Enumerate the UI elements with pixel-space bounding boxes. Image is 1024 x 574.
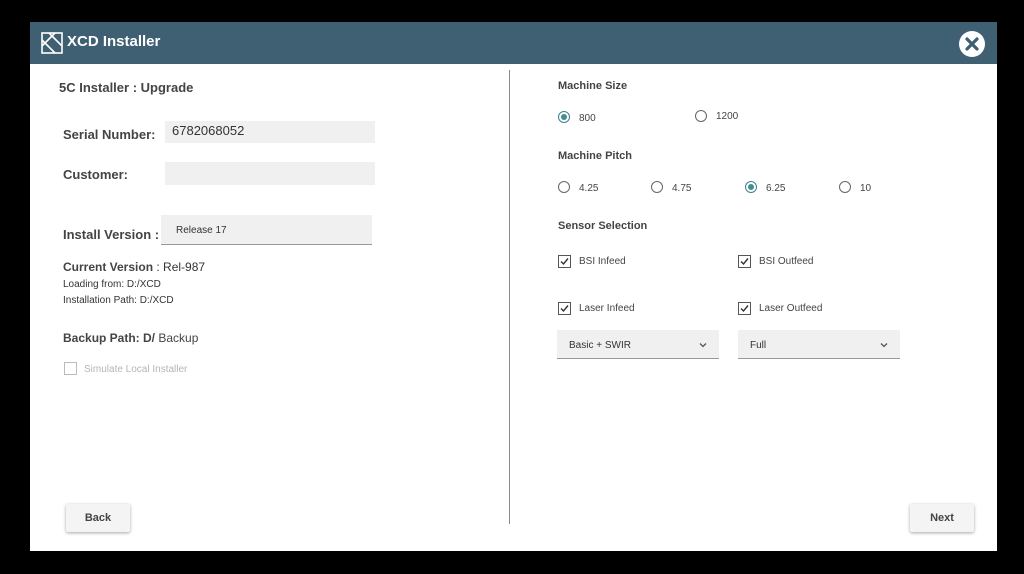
install-version-value: Release 17	[176, 225, 227, 236]
next-button[interactable]: Next	[910, 504, 974, 532]
page-heading: 5C Installer : Upgrade	[59, 80, 194, 95]
bsi-outfeed-label: BSI Outfeed	[759, 256, 814, 267]
chevron-down-icon	[699, 343, 707, 348]
laser-infeed-select[interactable]: Basic + SWIR	[557, 330, 719, 359]
pane-divider	[509, 70, 510, 524]
check-icon	[740, 305, 749, 313]
close-button[interactable]	[959, 31, 985, 57]
machine-pitch-radio-10[interactable]	[839, 181, 851, 193]
install-version-select[interactable]: Release 17	[161, 215, 372, 245]
laser-outfeed-checkbox[interactable]	[738, 302, 751, 315]
title-bar: XCD Installer	[30, 22, 997, 64]
machine-pitch-radio-4-25[interactable]	[558, 181, 570, 193]
machine-pitch-label-4-75: 4.75	[672, 183, 692, 194]
serial-number-value: 6782068052	[172, 123, 245, 138]
bsi-infeed-checkbox[interactable]	[558, 255, 571, 268]
backup-path-value: Backup	[158, 331, 199, 345]
app-title: XCD Installer	[67, 33, 161, 50]
current-version-value: : Rel-987	[156, 260, 206, 274]
bsi-outfeed-checkbox[interactable]	[738, 255, 751, 268]
laser-outfeed-label: Laser Outfeed	[759, 303, 823, 314]
machine-size-radio-1200[interactable]	[695, 110, 707, 122]
simulate-local-label: Simulate Local Installer	[84, 364, 188, 375]
machine-pitch-label-4-25: 4.25	[579, 183, 599, 194]
customer-label: Customer:	[63, 167, 129, 182]
bsi-infeed-label: BSI Infeed	[579, 256, 626, 267]
machine-pitch-title: Machine Pitch	[558, 150, 632, 162]
close-icon	[965, 37, 979, 51]
check-icon	[560, 258, 569, 266]
simulate-local-checkbox[interactable]	[64, 362, 77, 375]
machine-size-title: Machine Size	[558, 80, 628, 92]
customer-field[interactable]	[165, 162, 375, 185]
check-icon	[560, 305, 569, 313]
loading-from: Loading from: D:/XCD	[63, 279, 161, 290]
machine-size-label-800: 800	[579, 113, 596, 124]
current-version-label: Current Version	[63, 260, 154, 274]
serial-number-field[interactable]: 6782068052	[165, 121, 375, 143]
chevron-down-icon	[880, 343, 888, 348]
install-version-label: Install Version :	[63, 227, 160, 242]
serial-number-label: Serial Number:	[63, 127, 156, 142]
laser-infeed-checkbox[interactable]	[558, 302, 571, 315]
backup-path-label: Backup Path: D/	[63, 331, 156, 345]
laser-outfeed-select-value: Full	[750, 340, 767, 351]
check-icon	[740, 258, 749, 266]
laser-infeed-select-value: Basic + SWIR	[569, 340, 631, 351]
installation-path: Installation Path: D:/XCD	[63, 295, 174, 306]
machine-size-label-1200: 1200	[716, 111, 739, 122]
installer-window: XCD Installer 5C Installer : Upgrade Ser…	[30, 22, 997, 551]
sensor-selection-title: Sensor Selection	[558, 220, 648, 232]
current-version: Current Version : Rel-987	[63, 260, 205, 274]
backup-path: Backup Path: D/ Backup	[63, 331, 198, 345]
machine-pitch-label-10: 10	[860, 183, 872, 194]
machine-pitch-label-6-25: 6.25	[766, 183, 786, 194]
laser-outfeed-select[interactable]: Full	[738, 330, 900, 359]
app-logo-icon	[41, 32, 63, 54]
machine-size-radio-800[interactable]	[558, 111, 570, 123]
machine-pitch-radio-6-25[interactable]	[745, 181, 757, 193]
back-button[interactable]: Back	[66, 504, 130, 532]
laser-infeed-label: Laser Infeed	[579, 303, 635, 314]
machine-pitch-radio-4-75[interactable]	[651, 181, 663, 193]
